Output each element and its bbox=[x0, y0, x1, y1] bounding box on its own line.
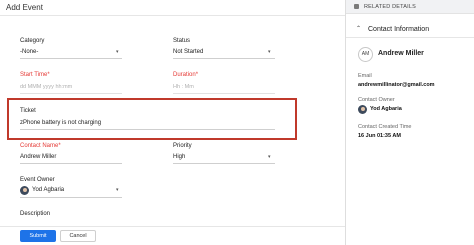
add-event-form: Add Event Category -None- ▾ Status Not S… bbox=[0, 0, 345, 245]
avatar bbox=[20, 186, 29, 195]
description-input[interactable] bbox=[20, 219, 275, 225]
related-details-panel: RELATED DETAILS ⌃ Contact Information AM… bbox=[346, 0, 474, 245]
contact-name-value: Andrew Miller bbox=[20, 154, 57, 160]
avatar-icon: AM bbox=[358, 47, 373, 62]
contact-name-underline bbox=[20, 163, 122, 164]
email-label: Email bbox=[358, 73, 372, 79]
start-time-underline bbox=[20, 93, 122, 94]
email-value[interactable]: andrewmillinator@gmail.com bbox=[358, 82, 435, 88]
start-time-placeholder: dd MMM yyyy hh:mm bbox=[20, 84, 73, 90]
priority-label: Priority bbox=[173, 143, 192, 149]
submit-button[interactable]: Submit bbox=[20, 230, 56, 242]
ticket-highlight-box bbox=[7, 98, 297, 140]
contact-name-label: Contact Name* bbox=[20, 143, 61, 149]
avatar bbox=[358, 105, 367, 114]
duration-label: Duration* bbox=[173, 72, 199, 78]
chevron-down-icon: ▾ bbox=[116, 49, 119, 55]
contact-owner-value: Yod Agbaria bbox=[370, 106, 402, 112]
category-label: Category bbox=[20, 38, 45, 44]
contact-created-label: Contact Created Time bbox=[358, 124, 412, 130]
footer-divider bbox=[0, 226, 345, 227]
status-underline bbox=[173, 58, 275, 59]
priority-underline bbox=[173, 163, 275, 164]
chevron-up-icon: ⌃ bbox=[356, 26, 362, 32]
chevron-down-icon: ▾ bbox=[268, 49, 271, 55]
related-details-header: RELATED DETAILS bbox=[346, 0, 474, 14]
category-underline bbox=[20, 58, 122, 59]
status-value: Not Started bbox=[173, 49, 204, 55]
start-time-label: Start Time* bbox=[20, 72, 50, 78]
chevron-down-icon: ▾ bbox=[116, 187, 119, 193]
page-title: Add Event bbox=[6, 3, 43, 12]
chevron-down-icon: ▾ bbox=[268, 154, 271, 160]
event-owner-value: Yod Agbaria bbox=[32, 187, 65, 193]
description-label: Description bbox=[20, 211, 51, 217]
event-owner-label: Event Owner bbox=[20, 177, 55, 183]
event-owner-underline bbox=[20, 197, 122, 198]
ticket-label: Ticket bbox=[20, 108, 36, 114]
related-details-title: RELATED DETAILS bbox=[364, 3, 417, 10]
contact-information-toggle[interactable]: ⌃ Contact Information bbox=[346, 20, 474, 38]
priority-value: High bbox=[173, 154, 186, 160]
related-details-icon bbox=[354, 4, 359, 9]
category-value: -None- bbox=[20, 49, 39, 55]
contact-name[interactable]: Andrew Miller bbox=[378, 50, 424, 57]
cancel-button[interactable]: Cancel bbox=[60, 230, 96, 242]
ticket-underline bbox=[20, 129, 275, 130]
contact-owner-label: Contact Owner bbox=[358, 97, 395, 103]
title-divider bbox=[0, 15, 345, 16]
status-label: Status bbox=[173, 38, 191, 44]
ticket-value: zPhone battery is not charging bbox=[20, 120, 102, 126]
contact-information-title: Contact Information bbox=[368, 25, 430, 33]
duration-underline bbox=[173, 93, 275, 94]
contact-created-value: 16 Jun 01:35 AM bbox=[358, 133, 401, 139]
duration-placeholder: Hh : Mm bbox=[173, 84, 194, 90]
